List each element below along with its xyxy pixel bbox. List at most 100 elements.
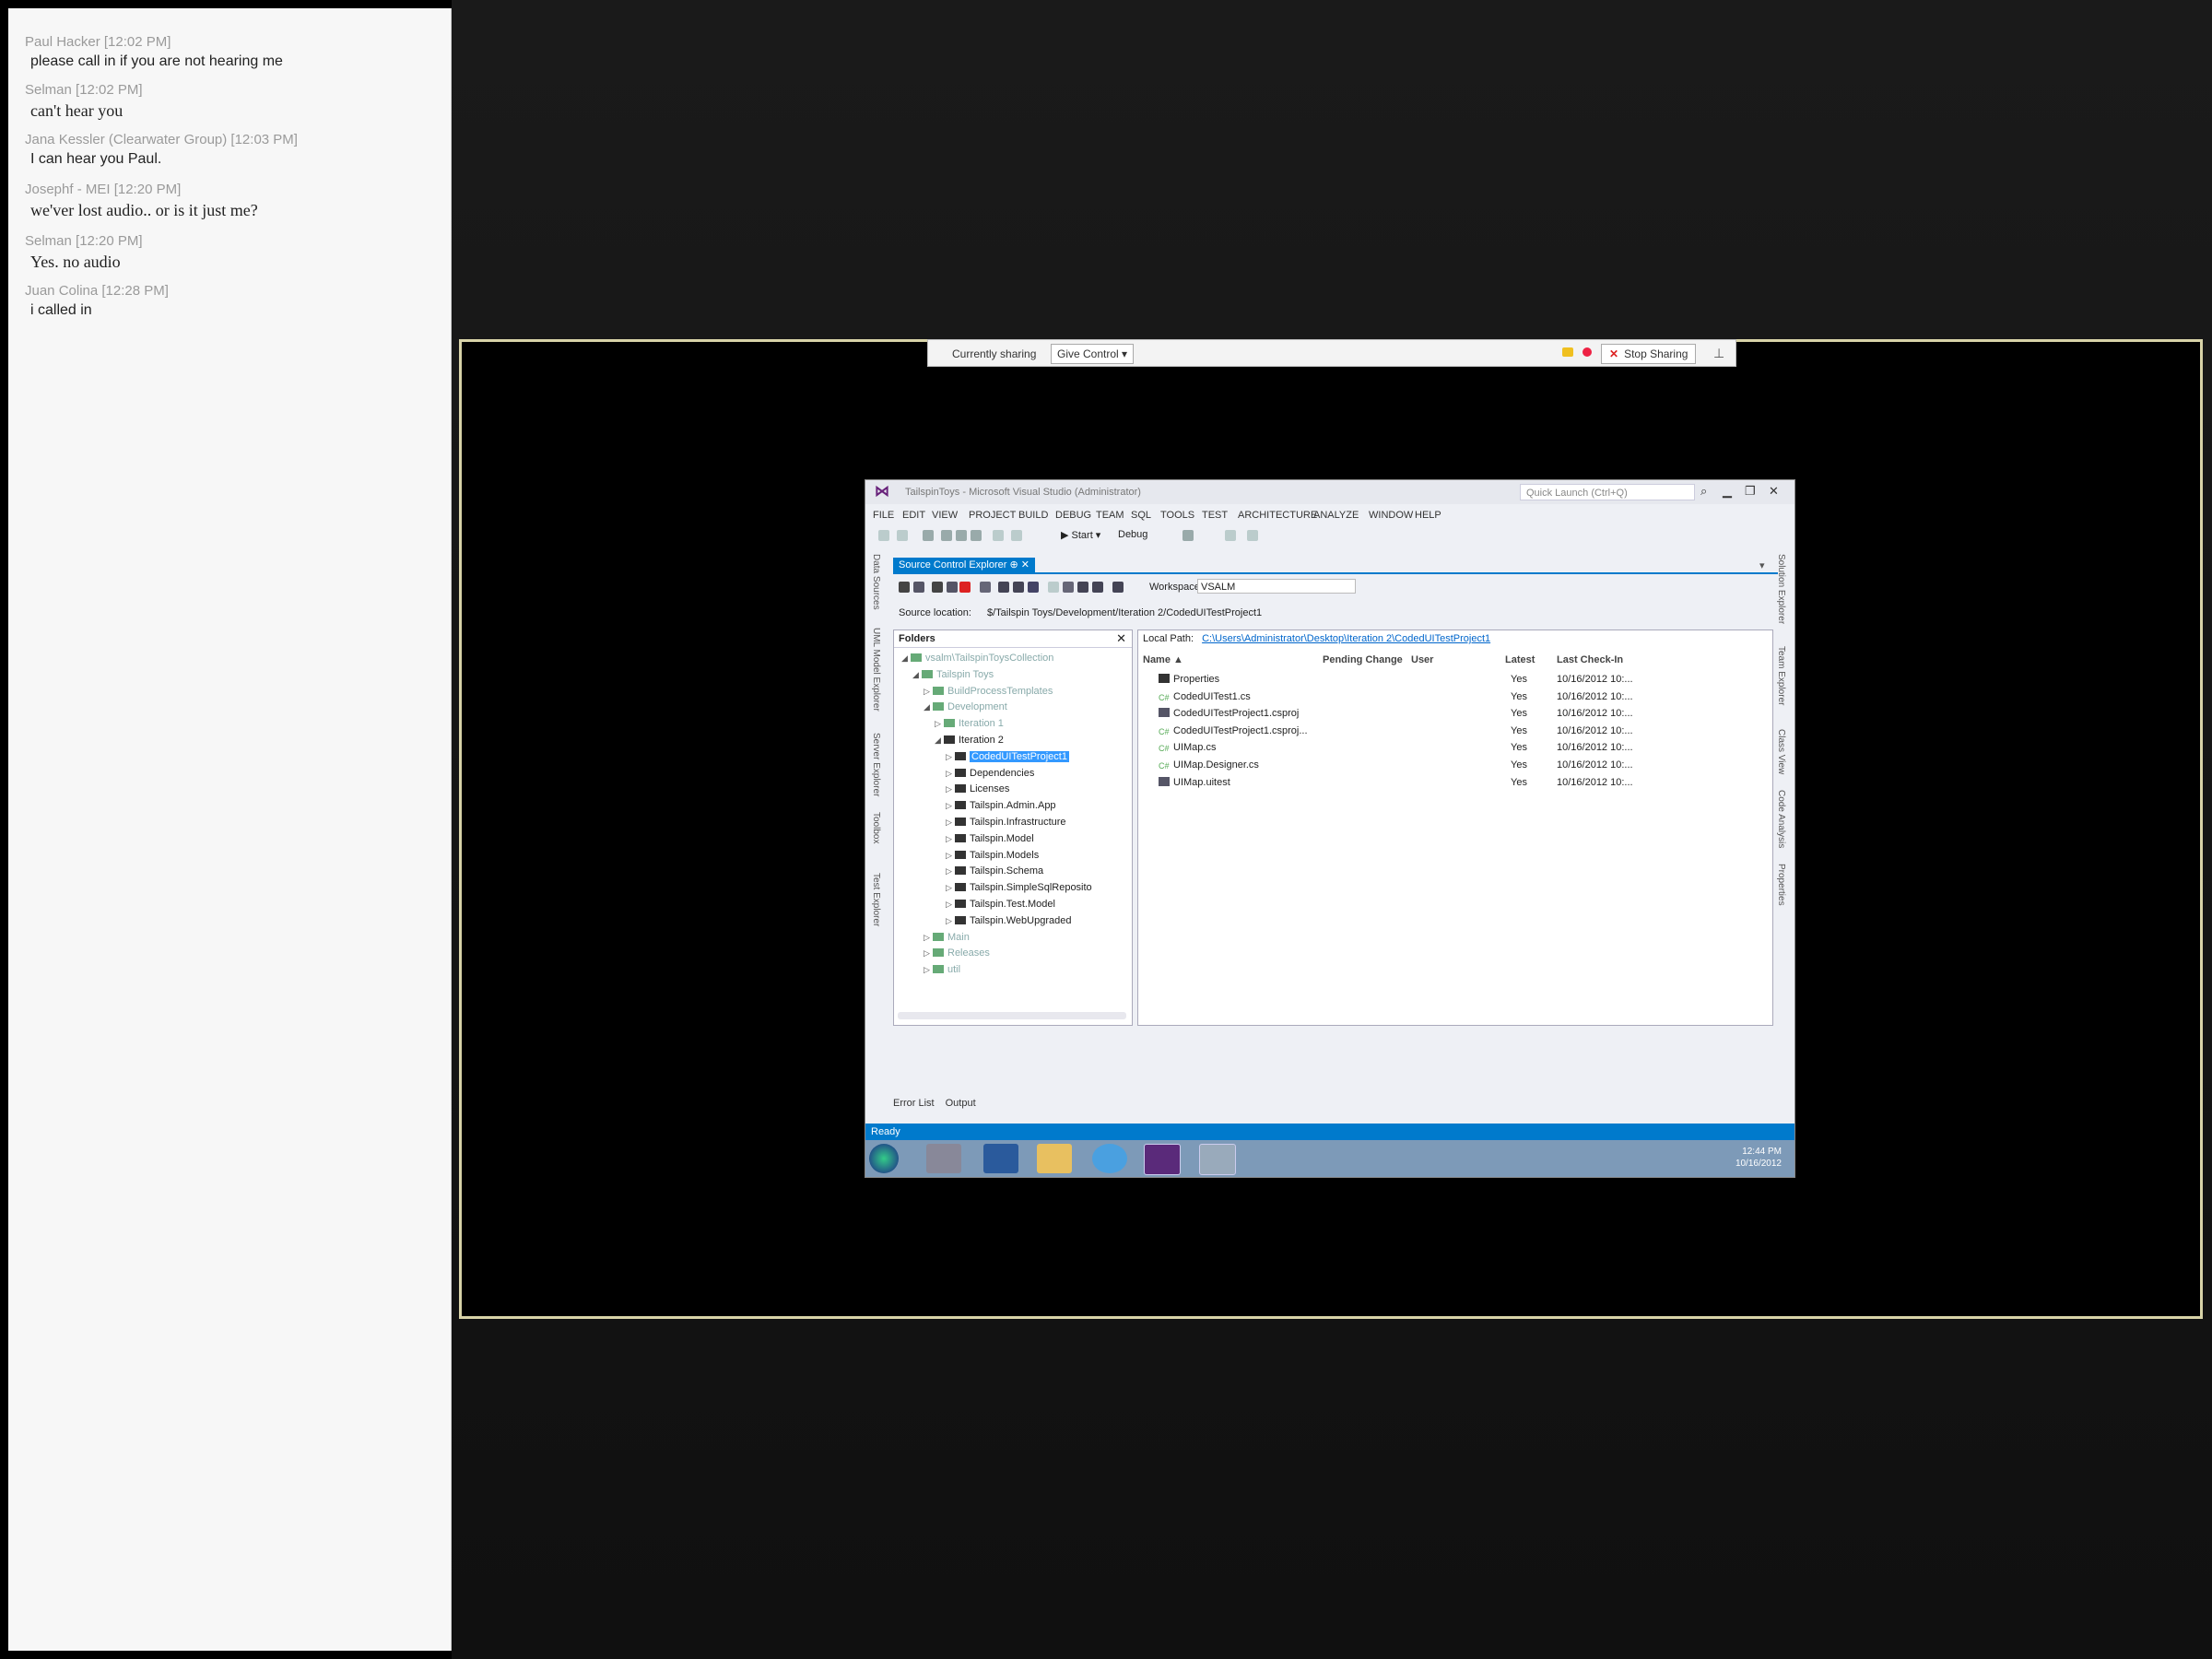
attach-icon[interactable] bbox=[1182, 530, 1194, 541]
table-row[interactable]: C# UIMap.Designer.cs Yes 10/16/2012 10:... bbox=[1138, 757, 1772, 773]
expand-arrow-icon[interactable]: ▷ bbox=[946, 782, 955, 796]
branch-icon[interactable] bbox=[1112, 582, 1124, 593]
dock-tab-class-view[interactable]: Class View bbox=[1776, 729, 1786, 774]
back-icon[interactable] bbox=[878, 530, 889, 541]
menu-item-window[interactable]: WINDOW bbox=[1369, 510, 1413, 521]
close-icon[interactable]: ✕ bbox=[1769, 484, 1779, 499]
expand-arrow-icon[interactable]: ▷ bbox=[935, 716, 944, 731]
pin-icon[interactable]: ⊥ bbox=[1713, 346, 1724, 361]
workspace-dropdown[interactable]: VSALM bbox=[1197, 579, 1356, 594]
chat-icon[interactable] bbox=[1562, 347, 1573, 357]
expand-arrow-icon[interactable]: ◢ bbox=[912, 667, 922, 682]
powershell-icon[interactable] bbox=[983, 1144, 1018, 1173]
menu-item-team[interactable]: TEAM bbox=[1096, 510, 1124, 521]
minimize-icon[interactable]: ▁ bbox=[1723, 484, 1732, 499]
expand-arrow-icon[interactable]: ▷ bbox=[946, 913, 955, 928]
dock-tab-server-explorer[interactable]: Server Explorer bbox=[871, 733, 881, 796]
undo-icon[interactable] bbox=[993, 530, 1004, 541]
config-dropdown[interactable]: Debug bbox=[1118, 529, 1147, 540]
dock-tab-toolbox[interactable]: Toolbox bbox=[871, 812, 881, 843]
expand-arrow-icon[interactable]: ▷ bbox=[946, 848, 955, 863]
menu-item-tools[interactable]: TOOLS bbox=[1160, 510, 1194, 521]
close-folders-icon[interactable]: ✕ bbox=[1116, 631, 1126, 646]
dock-tab-team-explorer[interactable]: Team Explorer bbox=[1776, 646, 1786, 705]
start-orb-icon[interactable] bbox=[869, 1144, 899, 1173]
column-header[interactable]: Last Check-In bbox=[1557, 654, 1623, 665]
record-icon[interactable] bbox=[1583, 347, 1592, 357]
tree-node[interactable]: ▷ Releases bbox=[924, 946, 990, 960]
tab-source-control-explorer[interactable]: Source Control Explorer ⊕ ✕ bbox=[893, 558, 1035, 572]
forward-icon[interactable] bbox=[897, 530, 908, 541]
local-path-link[interactable]: C:\Users\Administrator\Desktop\Iteration… bbox=[1202, 633, 1490, 644]
check-in-icon[interactable] bbox=[1013, 582, 1024, 593]
tree-node[interactable]: ◢ Tailspin Toys bbox=[912, 667, 994, 682]
tab-error-list[interactable]: Error List bbox=[893, 1098, 935, 1109]
visual-studio-taskbar-icon[interactable] bbox=[1144, 1144, 1181, 1175]
app-taskbar-icon[interactable] bbox=[1199, 1144, 1236, 1175]
tree-node[interactable]: ▷ util bbox=[924, 962, 960, 977]
search-icon[interactable]: ⌕ bbox=[1700, 484, 1707, 499]
dock-tab-uml-model-explorer[interactable]: UML Model Explorer bbox=[871, 628, 881, 712]
column-header[interactable]: Latest bbox=[1505, 654, 1535, 665]
open-icon[interactable] bbox=[941, 530, 952, 541]
redo-icon[interactable] bbox=[1011, 530, 1022, 541]
expand-arrow-icon[interactable]: ◢ bbox=[924, 700, 933, 714]
save-all-icon[interactable] bbox=[971, 530, 982, 541]
tree-node[interactable]: ▷ Tailspin.Test.Model bbox=[946, 897, 1055, 912]
expand-arrow-icon[interactable]: ▷ bbox=[946, 880, 955, 895]
expand-arrow-icon[interactable]: ▷ bbox=[946, 749, 955, 764]
add-items-icon[interactable] bbox=[932, 582, 943, 593]
quick-launch-input[interactable]: Quick Launch (Ctrl+Q) bbox=[1520, 484, 1695, 500]
table-row[interactable]: CodedUITestProject1.csproj Yes 10/16/2012 … bbox=[1138, 705, 1772, 722]
internet-explorer-icon[interactable] bbox=[1092, 1144, 1127, 1173]
get-latest-icon[interactable] bbox=[980, 582, 991, 593]
table-row[interactable]: C# UIMap.cs Yes 10/16/2012 10:... bbox=[1138, 739, 1772, 756]
expand-arrow-icon[interactable]: ▷ bbox=[924, 684, 933, 699]
menu-item-test[interactable]: TEST bbox=[1202, 510, 1228, 521]
menu-item-view[interactable]: VIEW bbox=[932, 510, 958, 521]
table-row[interactable]: UIMap.uitest Yes 10/16/2012 10:... bbox=[1138, 774, 1772, 791]
tree-node[interactable]: ▷ Tailspin.Models bbox=[946, 848, 1039, 863]
source-location-input[interactable]: $/Tailspin Toys/Development/Iteration 2/… bbox=[987, 607, 1262, 618]
tree-node[interactable]: ▷ Licenses bbox=[946, 782, 1009, 796]
tree-node[interactable]: ▷ Main bbox=[924, 930, 970, 945]
properties-icon[interactable] bbox=[1092, 582, 1103, 593]
start-button[interactable]: ▶ Start ▾ bbox=[1061, 529, 1100, 541]
column-header[interactable]: Pending Change bbox=[1323, 654, 1403, 665]
expand-arrow-icon[interactable]: ▷ bbox=[946, 864, 955, 878]
column-header[interactable]: User bbox=[1411, 654, 1433, 665]
delete-icon[interactable] bbox=[959, 582, 971, 593]
new-folder-icon[interactable] bbox=[899, 582, 910, 593]
tree-node[interactable]: ◢ Development bbox=[924, 700, 1007, 714]
menu-item-architecture[interactable]: ARCHITECTURE bbox=[1238, 510, 1317, 521]
tree-node[interactable]: ▷ Tailspin.Schema bbox=[946, 864, 1043, 878]
expand-arrow-icon[interactable]: ▷ bbox=[924, 962, 933, 977]
expand-arrow-icon[interactable]: ◢ bbox=[901, 651, 911, 665]
menu-item-debug[interactable]: DEBUG bbox=[1055, 510, 1091, 521]
expand-arrow-icon[interactable]: ◢ bbox=[935, 733, 944, 747]
menu-item-edit[interactable]: EDIT bbox=[902, 510, 925, 521]
history-icon[interactable] bbox=[1063, 582, 1074, 593]
tree-node[interactable]: ▷ Tailspin.SimpleSqlReposito bbox=[946, 880, 1092, 895]
undo-changes-icon[interactable] bbox=[1028, 582, 1039, 593]
bookmark-icon[interactable] bbox=[1225, 530, 1236, 541]
comment-icon[interactable] bbox=[1247, 530, 1258, 541]
tree-node[interactable]: ▷ BuildProcessTemplates bbox=[924, 684, 1053, 699]
expand-arrow-icon[interactable]: ▷ bbox=[946, 831, 955, 846]
rollback-icon[interactable] bbox=[947, 582, 958, 593]
column-header[interactable]: Name ▲ bbox=[1143, 654, 1183, 665]
chevron-down-icon[interactable]: ▾ bbox=[1759, 559, 1765, 571]
restore-icon[interactable]: ❐ bbox=[1745, 484, 1756, 499]
dock-tab-test-explorer[interactable]: Test Explorer bbox=[871, 873, 881, 926]
stop-sharing-button[interactable]: ✕ Stop Sharing bbox=[1601, 344, 1697, 364]
menu-item-build[interactable]: BUILD bbox=[1018, 510, 1048, 521]
menu-item-analyze[interactable]: ANALYZE bbox=[1313, 510, 1359, 521]
server-manager-icon[interactable] bbox=[926, 1144, 961, 1173]
save-icon[interactable] bbox=[956, 530, 967, 541]
table-row[interactable]: Properties Yes 10/16/2012 10:... bbox=[1138, 671, 1772, 688]
file-explorer-icon[interactable] bbox=[1037, 1144, 1072, 1173]
horizontal-scrollbar[interactable] bbox=[898, 1012, 1126, 1019]
tree-node[interactable]: ▷ CodedUITestProject1 bbox=[946, 749, 1069, 764]
expand-arrow-icon[interactable]: ▷ bbox=[924, 946, 933, 960]
tree-node[interactable]: ▷ Tailspin.Infrastructure bbox=[946, 815, 1066, 830]
